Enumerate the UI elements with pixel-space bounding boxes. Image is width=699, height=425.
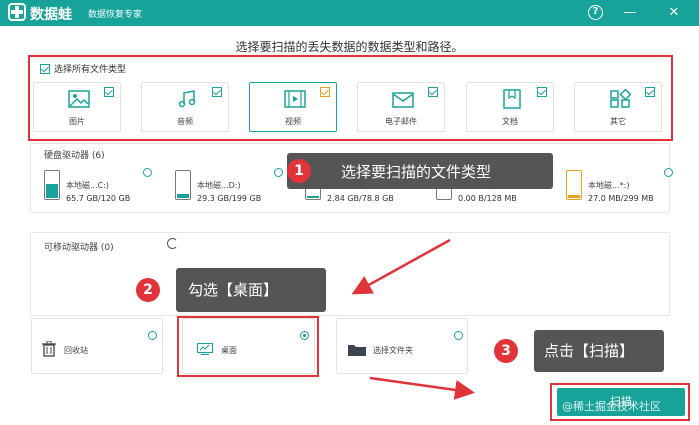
step-number: 3 [494,339,518,363]
step-number: 1 [287,159,311,183]
callout-text: 选择要扫描的文件类型 [341,163,492,181]
callout-step-3: 3 点击【扫描】 [494,330,664,372]
callout-text: 勾选【桌面】 [188,281,279,299]
callout-text: 点击【扫描】 [544,342,635,360]
arrow-to-desktop [351,238,451,295]
callout-step-2: 2 勾选【桌面】 [136,268,326,312]
callout-step-1: 1 选择要扫描的文件类型 [287,153,553,189]
arrow-to-scan [369,376,475,400]
step-number: 2 [136,278,160,302]
